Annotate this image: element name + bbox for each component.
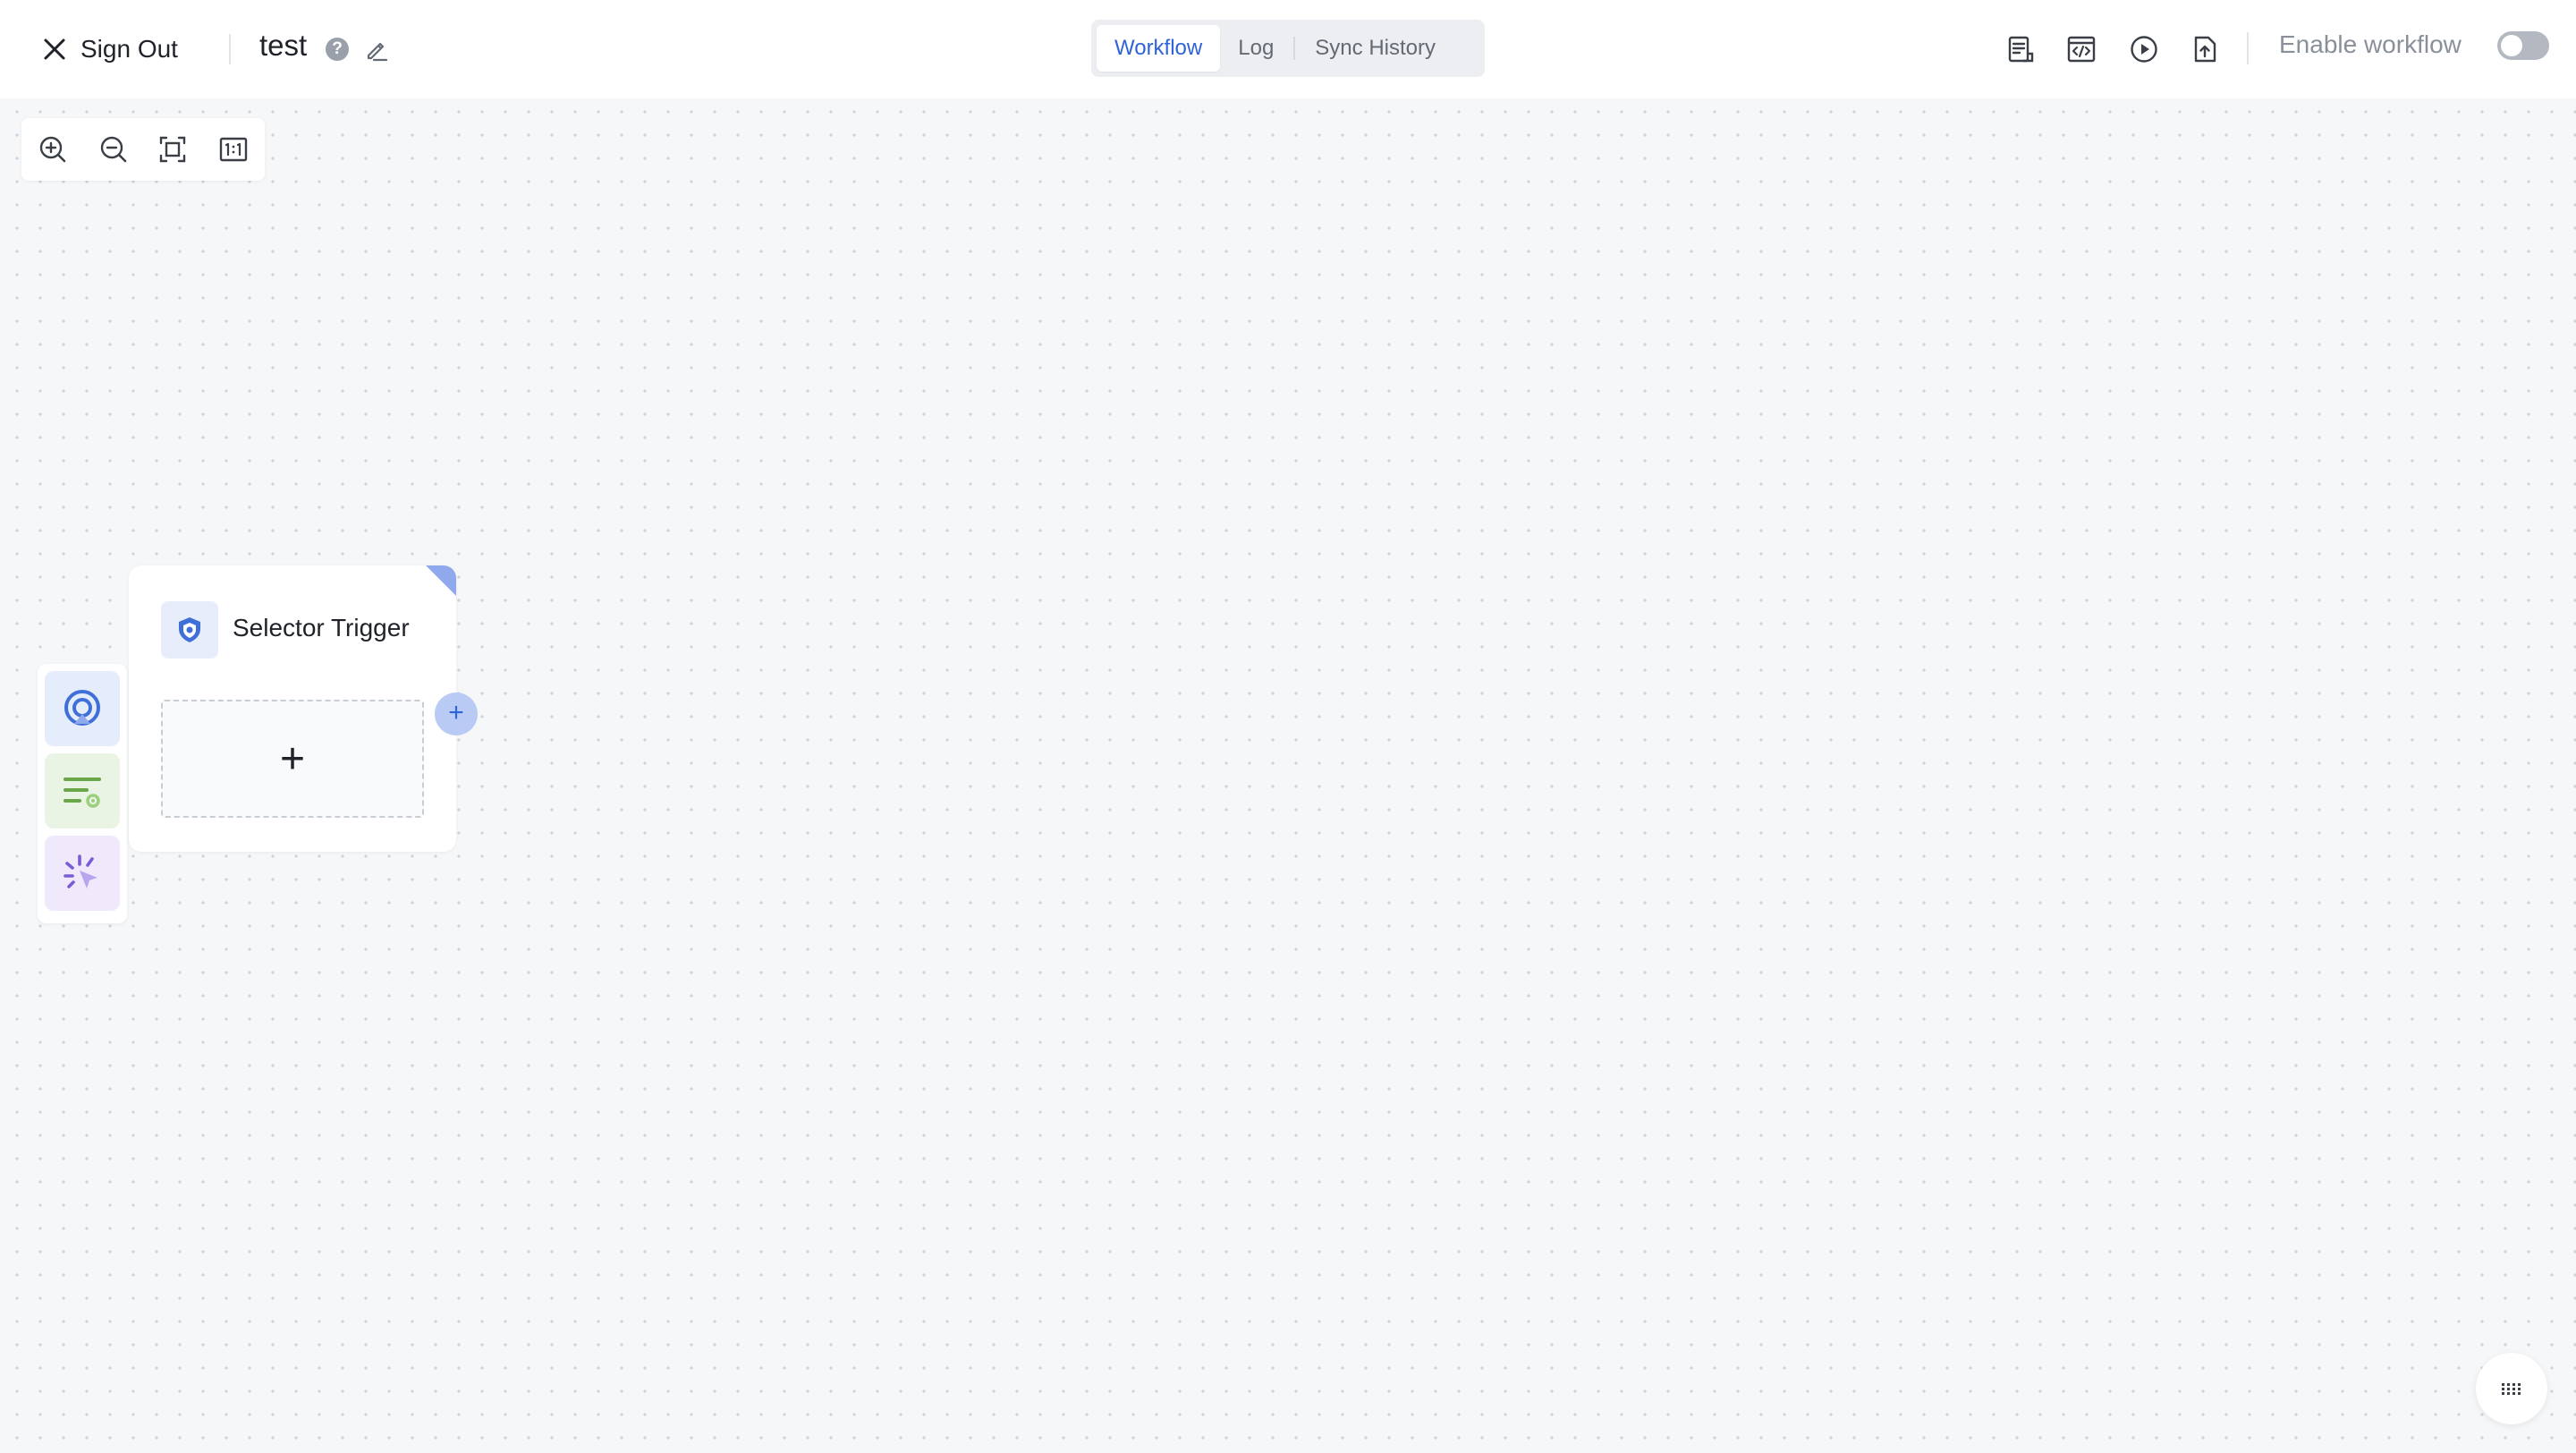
palette-item-click-action[interactable]	[45, 836, 120, 911]
minimap-button[interactable]	[2476, 1353, 2547, 1424]
view-tabs: Workflow Log Sync History	[1091, 20, 1485, 77]
sign-out-label: Sign Out	[80, 35, 178, 63]
tab-sync-history[interactable]: Sync History	[1297, 25, 1453, 72]
palette-item-list-settings[interactable]	[45, 753, 120, 828]
actual-size-icon[interactable]	[216, 132, 250, 166]
list-settings-icon	[64, 777, 101, 808]
zoom-in-icon[interactable]	[36, 132, 70, 166]
enable-workflow-label: Enable workflow	[2279, 30, 2462, 58]
tab-log[interactable]: Log	[1220, 25, 1292, 72]
workflow-canvas[interactable]: Selector Trigger + +	[0, 98, 2576, 1453]
enable-workflow-toggle[interactable]	[2497, 31, 2549, 60]
add-step-button[interactable]: +	[161, 700, 424, 818]
close-icon	[44, 38, 65, 60]
workflow-name: test	[259, 29, 308, 62]
help-icon[interactable]: ?	[326, 38, 349, 61]
document-icon[interactable]	[2004, 32, 2038, 66]
header-bar: Sign Out test ? Workflow Log Sync Histor…	[0, 0, 2576, 98]
upload-file-icon[interactable]	[2188, 32, 2222, 66]
trigger-icon	[64, 690, 100, 726]
play-icon[interactable]	[2127, 32, 2161, 66]
toolbar-divider	[2247, 32, 2249, 64]
node-corner-marker	[426, 565, 456, 596]
tab-separator	[1293, 37, 1296, 60]
code-icon[interactable]	[2064, 32, 2098, 66]
shield-icon	[179, 617, 200, 642]
zoom-out-icon[interactable]	[97, 132, 131, 166]
tab-workflow[interactable]: Workflow	[1097, 25, 1221, 72]
click-action-icon	[64, 854, 97, 888]
selector-trigger-node[interactable]: Selector Trigger +	[129, 565, 456, 852]
edit-icon[interactable]	[363, 36, 390, 63]
node-icon-box	[161, 601, 218, 659]
sign-out-button[interactable]: Sign Out	[41, 27, 178, 72]
grid-icon	[2502, 1383, 2521, 1395]
palette-item-trigger[interactable]	[45, 671, 120, 746]
zoom-controls	[21, 118, 265, 181]
fit-screen-icon[interactable]	[156, 132, 190, 166]
add-next-node-button[interactable]: +	[435, 693, 478, 735]
node-title: Selector Trigger	[233, 614, 410, 642]
node-palette	[38, 664, 127, 923]
header-divider	[229, 34, 231, 64]
toggle-knob	[2501, 35, 2522, 56]
